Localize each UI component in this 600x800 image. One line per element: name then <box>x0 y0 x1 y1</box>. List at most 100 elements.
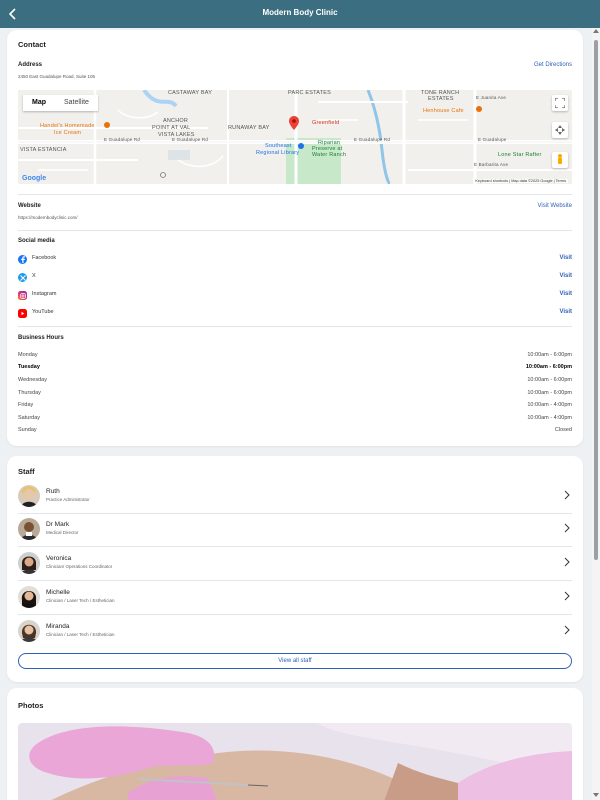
map-place: Greenfield <box>312 120 340 126</box>
avatar <box>18 586 40 608</box>
avatar <box>18 518 40 540</box>
avatar <box>18 485 40 507</box>
staff-role: Clinician / Laser Tech / Esthetician <box>46 598 115 603</box>
get-directions-link[interactable]: Get Directions <box>534 62 572 68</box>
fullscreen-button[interactable] <box>552 95 568 111</box>
map-place: Handel's Homemade <box>40 123 95 129</box>
scrollbar-thumb[interactable] <box>594 40 598 560</box>
clinic-photo[interactable] <box>18 723 572 800</box>
hours-time: 10:00am - 6:00pm <box>527 377 572 383</box>
chevron-right-icon <box>564 625 570 635</box>
social-row-instagram: Instagram Visit <box>18 289 572 303</box>
facebook-icon <box>18 255 27 264</box>
map-label: RUNAWAY BAY <box>228 125 270 131</box>
contact-card: Contact Address 2450 East Guadalupe Road… <box>7 30 583 446</box>
library-marker-icon <box>298 143 304 149</box>
hours-day: Thursday <box>18 390 41 396</box>
hours-row: Monday 10:00am - 6:00pm <box>18 352 572 364</box>
photos-heading: Photos <box>18 701 44 710</box>
divider <box>18 194 572 195</box>
social-name: Facebook <box>32 255 57 261</box>
divider <box>18 326 572 327</box>
divider <box>18 614 572 615</box>
tab-map[interactable]: Map <box>23 95 55 111</box>
x-icon <box>18 273 27 282</box>
facebook-visit-link[interactable]: Visit <box>559 255 572 261</box>
address-label: Address <box>18 62 43 68</box>
view-all-staff-button[interactable]: View all staff <box>18 653 572 669</box>
staff-name: Michelle <box>46 589 70 596</box>
map-place: Lone Star Rafter <box>498 152 542 158</box>
map-label: PARC ESTATES <box>288 90 332 96</box>
location-map[interactable]: Map Satellite CASTAWAY BAY PARC ESTATES … <box>18 90 572 184</box>
visit-website-link[interactable]: Visit Website <box>538 203 572 209</box>
avatar <box>18 552 40 574</box>
map-place: Regional Library <box>256 150 300 156</box>
hours-time: 10:00am - 4:00pm <box>527 415 572 421</box>
staff-name: Ruth <box>46 488 60 495</box>
map-road: E Juanita Ave <box>476 95 507 100</box>
place-marker-icon <box>160 172 166 178</box>
staff-name: Miranda <box>46 623 70 630</box>
hours-row-today: Tuesday 10:00am - 6:00pm <box>18 364 572 376</box>
map-label: ANCHOR <box>163 118 189 124</box>
restaurant-marker-icon <box>104 122 110 128</box>
google-logo: Google <box>22 175 47 182</box>
scroll-up-icon[interactable] <box>593 29 599 33</box>
website-label: Website <box>18 203 41 209</box>
map-place: Southeast <box>265 143 292 149</box>
hours-time: Closed <box>554 427 572 433</box>
chevron-right-icon <box>564 591 570 601</box>
staff-row[interactable]: Michelle Clinician / Laser Tech / Esthet… <box>18 582 572 615</box>
hours-row: Friday 10:00am - 4:00pm <box>18 402 572 414</box>
fullscreen-icon <box>555 98 565 108</box>
page-scrollbar[interactable] <box>592 28 600 800</box>
staff-role: Clinician/ Operations Coordinator <box>46 564 113 569</box>
map-label: POINT AT VAL <box>152 125 191 131</box>
location-pin-icon[interactable] <box>289 116 299 130</box>
camera-control-icon <box>555 125 565 135</box>
staff-row[interactable]: Veronica Clinician/ Operations Coordinat… <box>18 548 572 581</box>
staff-card: Staff Ruth Practice Administrator Dr Mar… <box>7 456 583 682</box>
staff-heading: Staff <box>18 467 35 476</box>
photos-card: Photos <box>7 688 583 800</box>
staff-row[interactable]: Miranda Clinician / Laser Tech / Estheti… <box>18 616 572 649</box>
youtube-visit-link[interactable]: Visit <box>559 309 572 315</box>
address-text: 2450 East Guadalupe Road, Suite 105 <box>18 74 96 79</box>
x-visit-link[interactable]: Visit <box>559 273 572 279</box>
page-title: Modern Body Clinic <box>262 8 338 17</box>
staff-row[interactable]: Dr Mark Medical Director <box>18 514 572 547</box>
business-hours-label: Business Hours <box>18 335 64 341</box>
staff-role: Medical Director <box>46 530 79 535</box>
map-road: E Guadalupe Rd <box>354 137 391 142</box>
map-place: Water Ranch <box>312 152 347 158</box>
map-place: Ice Cream <box>54 130 82 136</box>
hours-row: Saturday 10:00am - 4:00pm <box>18 415 572 427</box>
map-attribution[interactable]: Keyboard shortcuts | Map data ©2025 Goog… <box>473 179 568 183</box>
divider <box>18 546 572 547</box>
hours-row: Sunday Closed <box>18 427 572 439</box>
scroll-down-icon[interactable] <box>593 793 599 797</box>
staff-name: Dr Mark <box>46 521 70 528</box>
social-name: X <box>32 273 36 279</box>
staff-role: Practice Administrator <box>46 497 90 502</box>
street-view-button[interactable] <box>552 152 568 168</box>
clinic-photo-image <box>18 723 572 800</box>
divider <box>18 230 572 231</box>
staff-name: Veronica <box>46 555 72 562</box>
staff-role: Clinician / Laser Tech / Esthetician <box>46 632 115 637</box>
chevron-right-icon <box>564 557 570 567</box>
staff-row[interactable]: Ruth Practice Administrator <box>18 481 572 514</box>
map-label: VISTA ESTANCIA <box>20 147 67 153</box>
cafe-marker-icon <box>476 106 482 112</box>
avatar <box>18 620 40 642</box>
chevron-right-icon <box>564 523 570 533</box>
hours-time: 10:00am - 6:00pm <box>527 352 572 358</box>
tab-satellite[interactable]: Satellite <box>55 95 98 111</box>
map-label: ESTATES <box>428 96 454 102</box>
map-place: Henhouse Cafe <box>423 108 464 114</box>
youtube-icon <box>18 309 27 318</box>
instagram-visit-link[interactable]: Visit <box>559 291 572 297</box>
camera-control-button[interactable] <box>552 122 568 138</box>
hours-row: Thursday 10:00am - 6:00pm <box>18 390 572 402</box>
